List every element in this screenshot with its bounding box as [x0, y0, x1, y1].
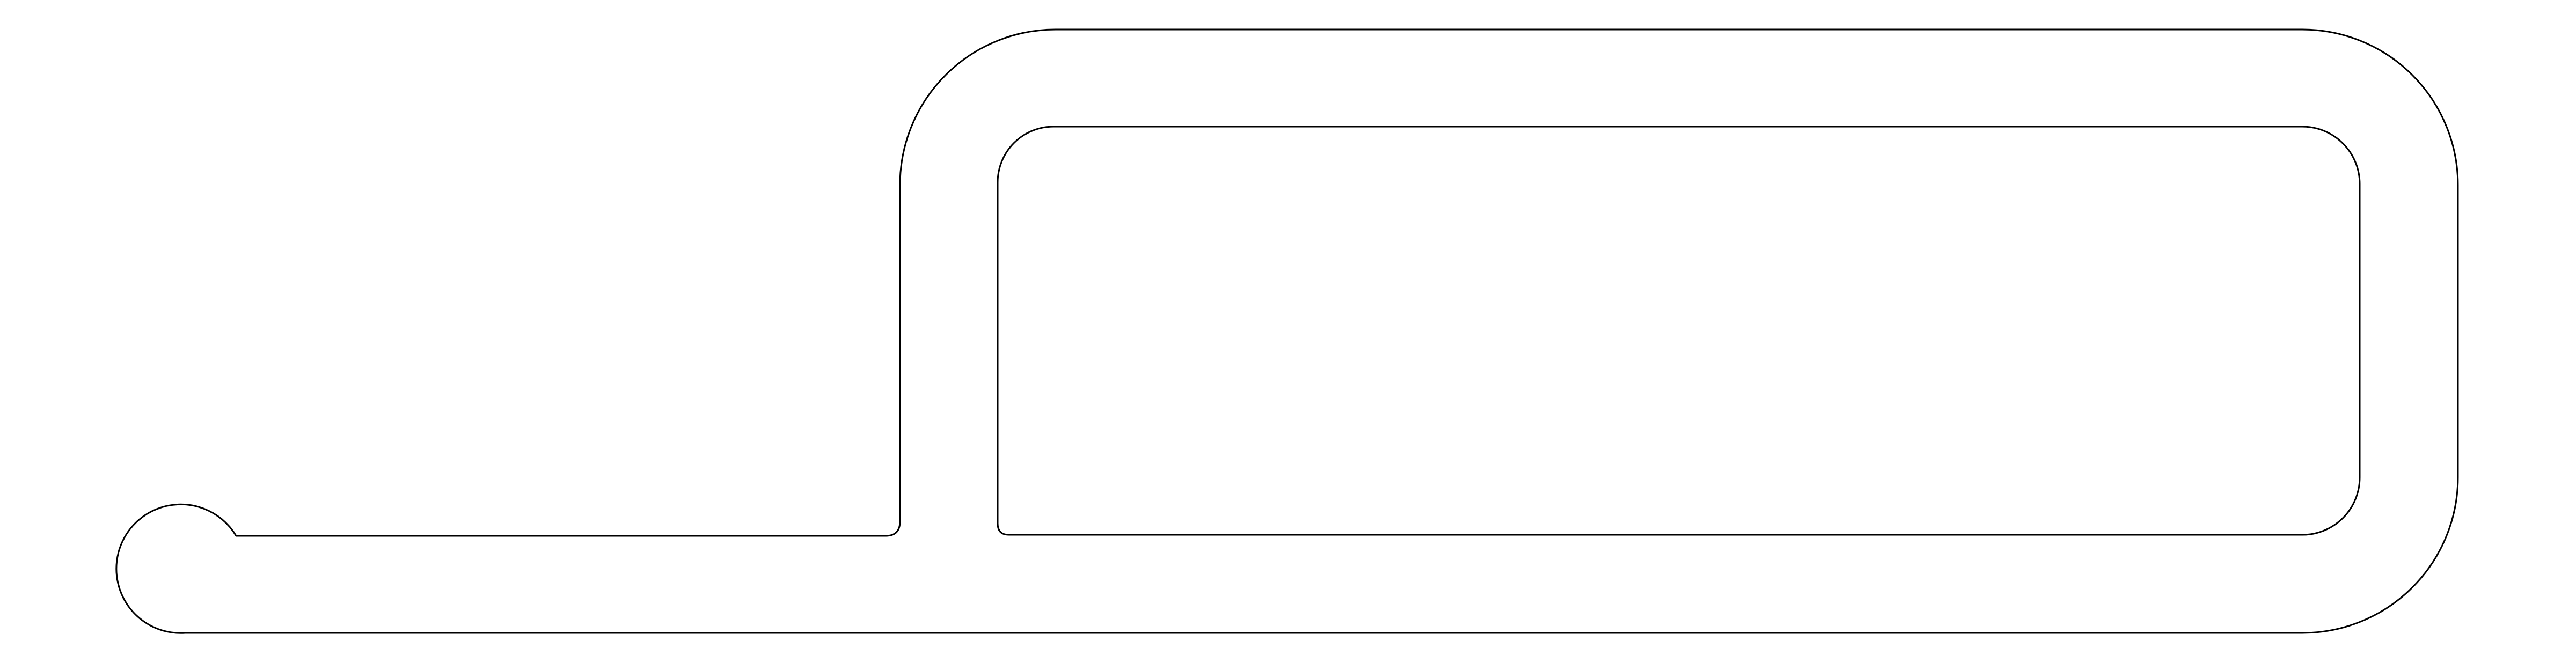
profile-drawing: [0, 0, 2576, 663]
drawing-background: [0, 0, 2576, 663]
